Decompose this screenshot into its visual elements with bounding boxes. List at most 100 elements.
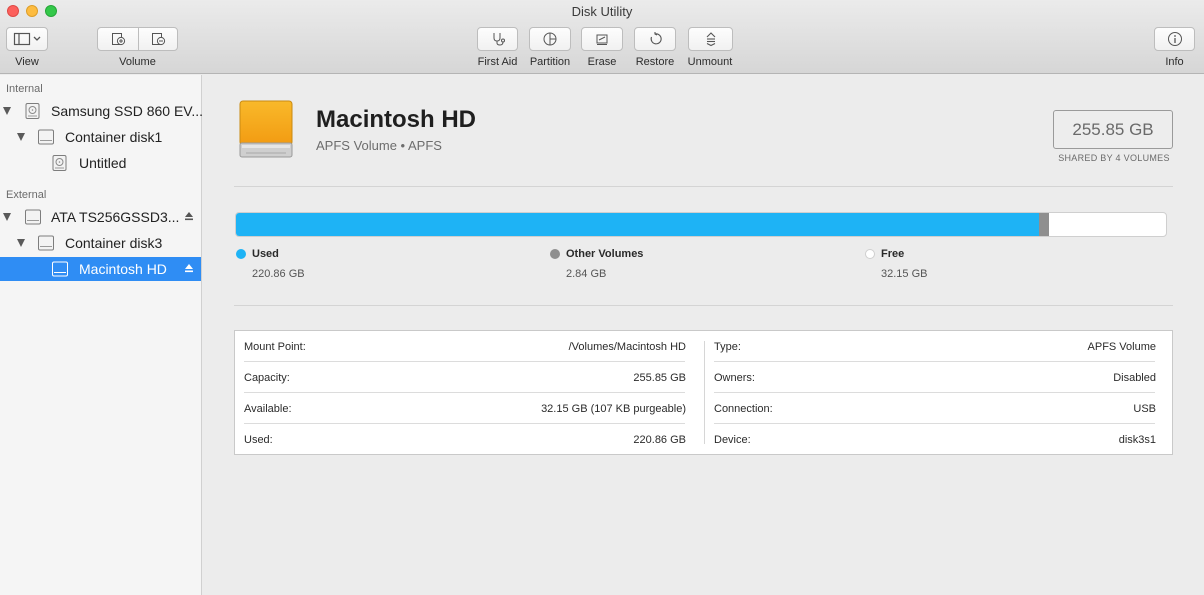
erase-button[interactable]: [581, 27, 623, 51]
window-toolbar: Disk Utility View Volume First Aid Parti…: [0, 0, 1204, 74]
divider: [234, 305, 1173, 306]
info-value: USB: [1133, 403, 1156, 415]
info-key: Available:: [244, 403, 292, 415]
disclosure-triangle-icon[interactable]: [17, 239, 25, 247]
free-legend-label: Free: [881, 248, 905, 260]
unmount-button[interactable]: [688, 27, 733, 51]
info-icon: [1167, 32, 1182, 46]
sidebar: Internal Samsung SSD 860 EV... Container…: [0, 75, 204, 595]
view-label: View: [15, 56, 39, 68]
disclosure-triangle-icon[interactable]: [3, 213, 11, 221]
info-row-connection: Connection: USB: [705, 393, 1165, 424]
sidebar-section-external: External: [6, 189, 47, 201]
add-volume-icon: [111, 33, 125, 46]
external-drive-icon: [25, 209, 41, 225]
info-value: APFS Volume: [1087, 341, 1156, 353]
partition-label: Partition: [529, 56, 571, 68]
other-volumes-legend-label: Other Volumes: [566, 248, 644, 260]
sidebar-item-label: Untitled: [79, 155, 127, 171]
erase-label: Erase: [587, 56, 617, 68]
info-button[interactable]: [1154, 27, 1195, 51]
window-title: Disk Utility: [571, 4, 633, 19]
used-legend-label: Used: [252, 248, 279, 260]
info-value: 255.85 GB: [633, 372, 686, 384]
add-volume-button[interactable]: [97, 27, 138, 51]
sidebar-item-label: Macintosh HD: [79, 261, 167, 277]
info-column-left: Mount Point: /Volumes/Macintosh HD Capac…: [235, 331, 695, 454]
sidebar-item-label: Samsung SSD 860 EV...: [51, 103, 204, 119]
info-value: disk3s1: [1118, 434, 1156, 446]
partition-button[interactable]: [529, 27, 571, 51]
main-pane: Macintosh HD APFS Volume • APFS 255.85 G…: [203, 75, 1204, 595]
volume-info-table: Mount Point: /Volumes/Macintosh HD Capac…: [234, 330, 1173, 455]
container-drive-icon: [38, 129, 54, 145]
other-volumes-legend-swatch: [550, 249, 560, 259]
first-aid-button[interactable]: [477, 27, 518, 51]
usage-bar-other-volumes: [1038, 213, 1050, 236]
external-drive-large-icon: [239, 100, 293, 158]
remove-volume-icon: [152, 33, 166, 46]
eject-icon[interactable]: [184, 211, 194, 221]
eject-icon[interactable]: [184, 263, 194, 273]
info-row-used: Used: 220.86 GB: [235, 424, 695, 455]
info-row-available: Available: 32.15 GB (107 KB purgeable): [235, 393, 695, 424]
sidebar-item-container-disk1[interactable]: Container disk1: [0, 125, 201, 149]
container-drive-icon: [38, 235, 54, 251]
internal-volume-icon: [52, 155, 67, 171]
volume-drive-icon: [52, 261, 68, 277]
unmount-label: Unmount: [687, 56, 733, 68]
sidebar-item-label: Container disk1: [65, 129, 163, 145]
sidebar-item-untitled[interactable]: Untitled: [0, 151, 201, 175]
sidebar-toggle-icon: [13, 32, 41, 46]
info-label: Info: [1165, 56, 1184, 68]
info-key: Connection:: [714, 403, 773, 415]
volume-label: Volume: [119, 56, 156, 68]
usage-bar: [235, 212, 1167, 237]
restore-label: Restore: [635, 56, 675, 68]
info-column-right: Type: APFS Volume Owners: Disabled Conne…: [705, 331, 1165, 454]
volume-subtitle: APFS Volume • APFS: [316, 138, 442, 153]
info-value: 32.15 GB (107 KB purgeable): [541, 403, 686, 415]
info-key: Capacity:: [244, 372, 290, 384]
info-row-type: Type: APFS Volume: [705, 331, 1165, 362]
info-key: Mount Point:: [244, 341, 306, 353]
info-value: Disabled: [1113, 372, 1156, 384]
remove-volume-button[interactable]: [138, 27, 178, 51]
info-row-mount-point: Mount Point: /Volumes/Macintosh HD: [235, 331, 695, 362]
partition-icon: [543, 32, 557, 46]
info-row-owners: Owners: Disabled: [705, 362, 1165, 393]
usage-bar-used: [236, 213, 1039, 236]
info-value: /Volumes/Macintosh HD: [568, 341, 686, 353]
used-legend-value: 220.86 GB: [252, 268, 305, 280]
disclosure-triangle-icon[interactable]: [3, 107, 11, 115]
disclosure-triangle-icon[interactable]: [17, 133, 25, 141]
info-row-capacity: Capacity: 255.85 GB: [235, 362, 695, 393]
eraser-icon: [596, 34, 608, 45]
other-volumes-legend-value: 2.84 GB: [566, 268, 607, 280]
sidebar-item-macintosh-hd[interactable]: Macintosh HD: [0, 257, 201, 281]
info-key: Device:: [714, 434, 751, 446]
sidebar-section-internal: Internal: [6, 83, 43, 95]
divider: [234, 186, 1173, 187]
unmount-icon: [706, 32, 715, 47]
stethoscope-icon: [493, 33, 505, 46]
sidebar-item-ata-ts256[interactable]: ATA TS256GSSD3...: [0, 205, 201, 229]
capacity-badge: 255.85 GB: [1053, 110, 1173, 149]
restore-button[interactable]: [634, 27, 676, 51]
used-legend-swatch: [236, 249, 246, 259]
info-row-device: Device: disk3s1: [705, 424, 1165, 455]
info-value: 220.86 GB: [633, 434, 686, 446]
sidebar-item-container-disk3[interactable]: Container disk3: [0, 231, 201, 255]
info-key: Type:: [714, 341, 741, 353]
shared-volumes-note: SHARED BY 4 VOLUMES: [1058, 153, 1170, 163]
free-legend-value: 32.15 GB: [881, 268, 928, 280]
free-legend-swatch: [865, 249, 875, 259]
info-key: Used:: [244, 434, 273, 446]
sidebar-item-samsung-ssd[interactable]: Samsung SSD 860 EV...: [0, 99, 204, 123]
internal-drive-icon: [25, 103, 40, 119]
info-key: Owners:: [714, 372, 755, 384]
first-aid-label: First Aid: [477, 56, 518, 68]
restore-icon: [650, 32, 662, 45]
sidebar-item-label: Container disk3: [65, 235, 163, 251]
view-button[interactable]: [6, 27, 48, 51]
